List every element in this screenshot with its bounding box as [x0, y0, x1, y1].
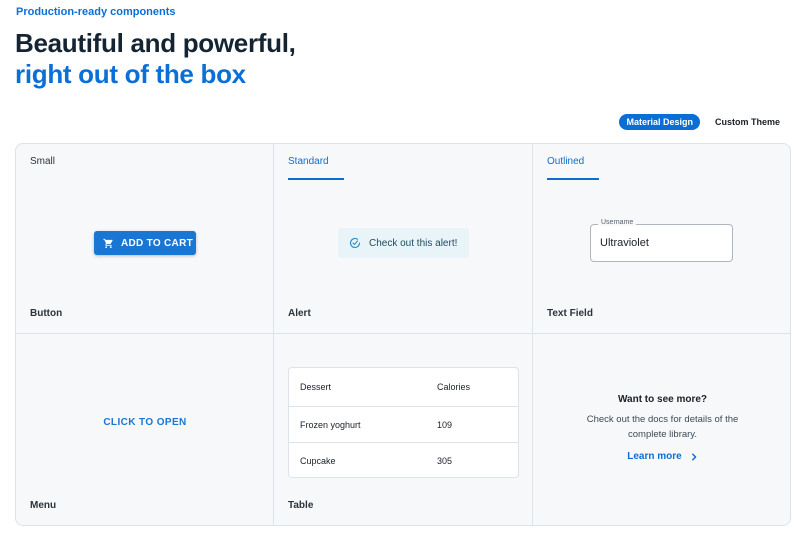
dessert-table: Dessert Calories Frozen yoghurt 109 Cupc… — [288, 367, 519, 478]
column-header-calories: Calories — [437, 382, 471, 392]
alert-cell-label: Alert — [288, 308, 311, 319]
tab-small[interactable]: Small — [30, 156, 55, 167]
username-input[interactable] — [600, 237, 720, 249]
see-more-block: Want to see more? Check out the docs for… — [533, 394, 790, 464]
theme-option-material-design[interactable]: Material Design — [619, 114, 700, 130]
learn-more-label: Learn more — [627, 451, 682, 462]
info-alert: Check out this alert! — [338, 228, 469, 258]
column-header-dessert: Dessert — [300, 382, 332, 392]
tab-standard[interactable]: Standard — [288, 156, 344, 180]
table-row: Cupcake 305 — [289, 443, 518, 477]
alert-demo-cell: Standard Check out this alert! Alert — [274, 144, 533, 334]
table-demo-cell: Dessert Calories Frozen yoghurt 109 Cupc… — [274, 334, 533, 525]
add-to-cart-button[interactable]: ADD TO CART — [94, 231, 196, 255]
hero-headline: Beautiful and powerful, right out of the… — [15, 28, 296, 90]
alert-message: Check out this alert! — [369, 237, 458, 249]
table-cell-calories: 305 — [437, 456, 453, 466]
check-circle-icon — [349, 238, 361, 249]
cart-icon — [103, 238, 113, 248]
button-demo-cell: Small ADD TO CART Button — [16, 144, 274, 334]
tab-outlined[interactable]: Outlined — [547, 156, 600, 180]
table-header-row: Dessert Calories — [289, 368, 518, 407]
table-cell-calories: 109 — [437, 419, 453, 430]
username-field-label: Username — [598, 219, 637, 226]
table-cell-dessert: Frozen yoghurt — [300, 419, 361, 430]
table-row: Frozen yoghurt 109 — [289, 407, 518, 443]
hero-eyebrow: Production-ready components — [16, 6, 176, 18]
text-field-demo-cell: Outlined Username Text Field — [533, 144, 790, 334]
headline-line-1: Beautiful and powerful, — [15, 28, 296, 58]
menu-cell-label: Menu — [30, 500, 57, 511]
see-more-title: Want to see more? — [617, 394, 708, 405]
table-cell-label: Table — [288, 500, 314, 511]
see-more-cell: Want to see more? Check out the docs for… — [533, 334, 790, 525]
see-more-description: Check out the docs for details of the co… — [586, 414, 739, 440]
headline-line-2: right out of the box — [15, 59, 246, 89]
table-cell-dessert: Cupcake — [300, 456, 336, 466]
open-menu-button[interactable]: CLICK TO OPEN — [16, 417, 274, 428]
learn-more-link[interactable]: Learn more — [627, 451, 697, 462]
button-cell-label: Button — [30, 308, 63, 319]
theme-option-custom-theme[interactable]: Custom Theme — [708, 114, 787, 130]
add-to-cart-label: ADD TO CART — [121, 237, 194, 249]
components-grid: Small ADD TO CART Button Standard Check … — [15, 143, 791, 526]
text-field-cell-label: Text Field — [547, 308, 593, 319]
menu-demo-cell: CLICK TO OPEN Menu — [16, 334, 274, 525]
username-field: Username — [590, 219, 733, 262]
chevron-right-icon — [691, 452, 697, 461]
theme-toggle: Material Design Custom Theme — [619, 114, 787, 130]
